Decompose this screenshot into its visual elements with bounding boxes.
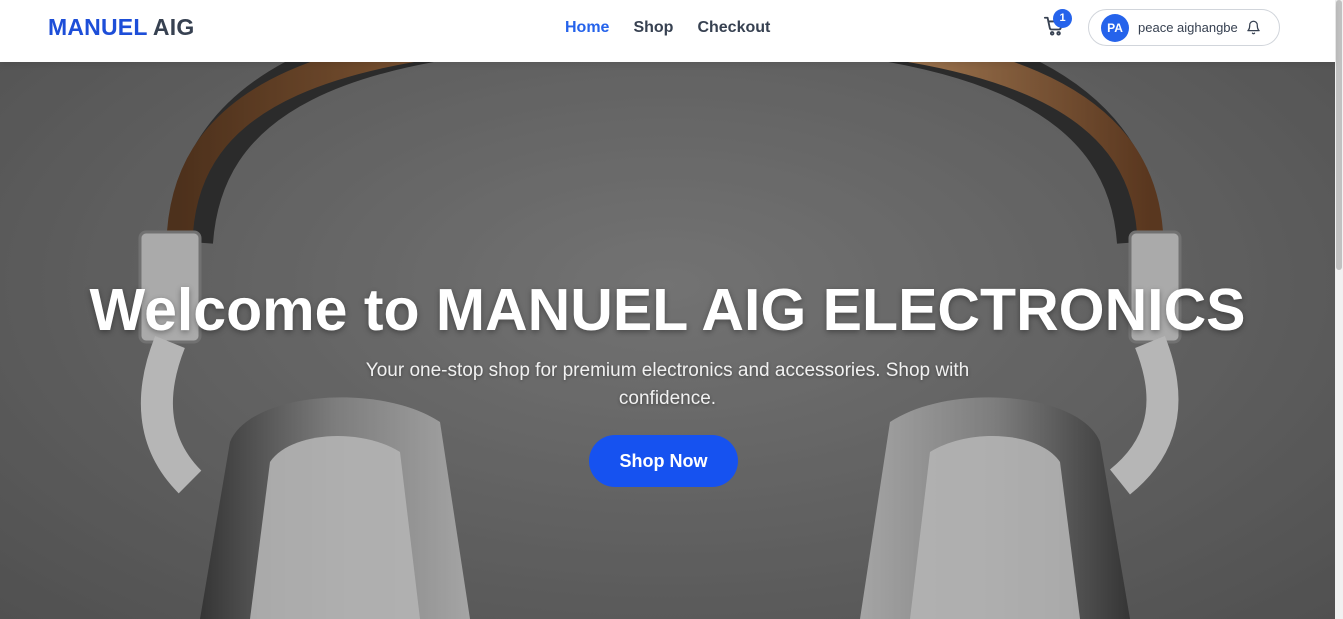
nav-link-home[interactable]: Home [565, 19, 609, 37]
brand-name-secondary: AIG [152, 14, 195, 40]
page-scrollbar[interactable] [1335, 0, 1343, 619]
nav-link-checkout[interactable]: Checkout [697, 19, 770, 37]
nav-link-shop[interactable]: Shop [633, 19, 673, 37]
page: MANUEL AIG Home Shop Checkout 1 PA peace… [0, 0, 1343, 619]
bell-icon[interactable] [1246, 20, 1261, 35]
avatar: PA [1101, 13, 1129, 42]
user-menu[interactable]: PA peace aighangbe [1088, 9, 1280, 46]
navbar: MANUEL AIG Home Shop Checkout 1 PA peace… [0, 0, 1335, 62]
shop-now-button[interactable]: Shop Now [589, 435, 738, 487]
brand-name-primary: MANUEL [48, 14, 148, 40]
cart-count-badge: 1 [1053, 9, 1072, 28]
hero-section: Welcome to MANUEL AIG ELECTRONICS Your o… [0, 62, 1335, 619]
user-name: peace aighangbe [1138, 20, 1238, 35]
brand-logo[interactable]: MANUEL AIG [48, 14, 194, 41]
hero-title: Welcome to MANUEL AIG ELECTRONICS [89, 277, 1246, 343]
main-nav: Home Shop Checkout [565, 19, 770, 37]
scrollbar-thumb[interactable] [1336, 0, 1342, 270]
cart-button[interactable]: 1 [1043, 9, 1072, 39]
hero-subtitle: Your one-stop shop for premium electroni… [365, 360, 970, 409]
